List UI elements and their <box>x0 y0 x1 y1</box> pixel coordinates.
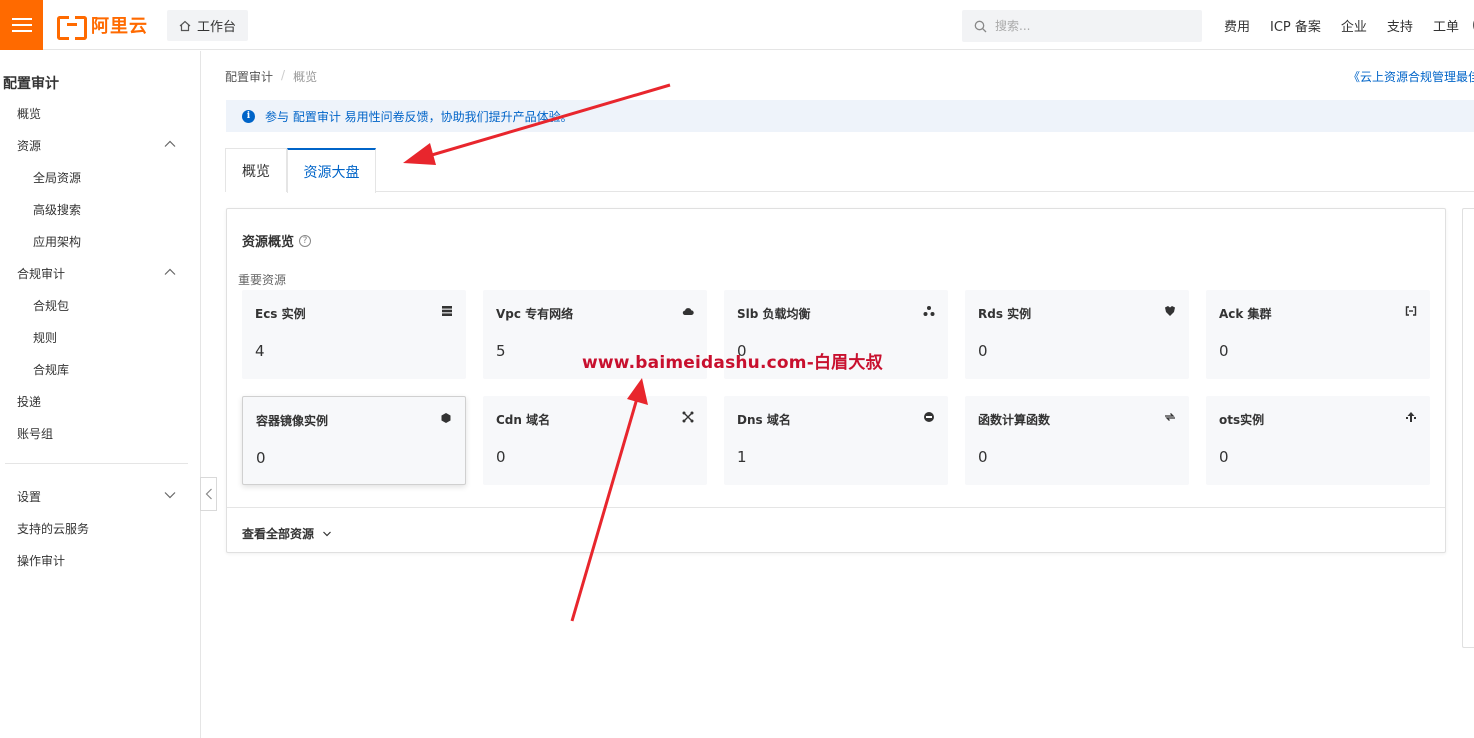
chevron-down-icon <box>323 531 331 536</box>
tile-name: Ack 集群 <box>1219 307 1272 321</box>
resource-overview-card: 资源概览 ? 重要资源 Ecs 实例 4 Vpc 专有网络 5 Slb 负载均衡… <box>226 208 1446 553</box>
sidebar-item-advanced-search[interactable]: 高级搜索 <box>33 201 81 218</box>
function-icon <box>1164 411 1176 423</box>
right-side-panel <box>1462 208 1474 648</box>
sidebar-item-account-group[interactable]: 账号组 <box>17 425 53 442</box>
sidebar-title: 配置审计 <box>3 76 59 92</box>
sidebar: 配置审计 概览 资源 全局资源 高级搜索 应用架构 合规审计 合规包 规则 合规… <box>0 51 201 738</box>
tile-value: 5 <box>496 342 506 360</box>
container-icon <box>440 412 452 424</box>
database-icon <box>1164 305 1176 317</box>
tab-resource-dashboard[interactable]: 资源大盘 <box>287 148 376 193</box>
chevron-up-icon[interactable] <box>163 265 177 279</box>
dns-icon <box>923 411 935 423</box>
sidebar-item-resources[interactable]: 资源 <box>17 137 41 154</box>
server-icon <box>441 305 453 317</box>
nav-support[interactable]: 支持 <box>1377 16 1423 35</box>
workbench-button[interactable]: 工作台 <box>167 10 249 41</box>
sidebar-item-rules[interactable]: 规则 <box>33 329 57 346</box>
sidebar-item-settings[interactable]: 设置 <box>17 488 41 505</box>
search-input[interactable] <box>995 19 1185 33</box>
view-all-resources-button[interactable]: 查看全部资源 <box>242 525 332 542</box>
tile-name: 函数计算函数 <box>978 413 1051 427</box>
important-resources-label: 重要资源 <box>238 273 287 287</box>
tile-value: 0 <box>978 342 988 360</box>
sidebar-item-action-trail[interactable]: 操作审计 <box>17 552 65 569</box>
tile-function-compute[interactable]: 函数计算函数 0 <box>965 396 1189 485</box>
tile-value: 0 <box>978 448 988 466</box>
search-box[interactable] <box>962 10 1202 42</box>
cdn-icon <box>682 411 694 423</box>
tab-bar: 概览 资源大盘 <box>225 148 1474 193</box>
top-nav: 费用 ICP 备案 企业 支持 工单 <box>1214 0 1474 50</box>
breadcrumb-root[interactable]: 配置审计 <box>225 68 273 85</box>
tile-container-registry[interactable]: 容器镜像实例 0 <box>242 396 466 485</box>
sidebar-divider <box>5 463 188 464</box>
nav-ticket[interactable]: 工单 <box>1423 16 1469 35</box>
breadcrumb-current: 概览 <box>293 70 318 84</box>
menu-icon[interactable] <box>0 0 43 50</box>
sidebar-collapse-button[interactable] <box>200 477 217 511</box>
tile-value: 0 <box>1219 342 1229 360</box>
notice-text[interactable]: 参与 配置审计 易用性问卷反馈，协助我们提升产品体验。 <box>265 108 573 125</box>
breadcrumb-separator: / <box>281 68 286 82</box>
nav-icp[interactable]: ICP 备案 <box>1260 16 1331 35</box>
sidebar-item-compliance-library[interactable]: 合规库 <box>33 361 69 378</box>
info-icon: i <box>242 109 255 123</box>
tile-dns[interactable]: Dns 域名 1 <box>724 396 948 485</box>
sidebar-item-overview[interactable]: 概览 <box>17 105 41 122</box>
chevron-up-icon[interactable] <box>163 137 177 151</box>
tile-cdn[interactable]: Cdn 域名 0 <box>483 396 707 485</box>
card-title: 资源概览 ? <box>242 231 312 250</box>
sidebar-item-global-resources[interactable]: 全局资源 <box>33 169 81 186</box>
tile-name: Rds 实例 <box>978 307 1032 321</box>
tile-value: 4 <box>255 342 265 360</box>
breadcrumb: 配置审计 / 概览 <box>225 68 317 85</box>
chevron-left-icon <box>205 488 212 500</box>
home-icon <box>179 20 191 32</box>
card-divider <box>227 507 1445 508</box>
best-practice-link[interactable]: 《云上资源合规管理最佳 <box>1348 68 1474 85</box>
aliyun-logo-mark <box>57 16 87 40</box>
top-bar: 阿里云 工作台 费用 ICP 备案 企业 支持 工单 <box>0 0 1474 50</box>
aliyun-logo[interactable]: 阿里云 <box>57 14 148 40</box>
watermark-text: www.baimeidashu.com-白眉大叔 <box>582 353 883 373</box>
nav-fees[interactable]: 费用 <box>1214 16 1260 35</box>
ots-icon <box>1405 411 1417 423</box>
card-title-text: 资源概览 <box>242 235 295 250</box>
tile-name: 容器镜像实例 <box>256 414 329 428</box>
tile-value: 0 <box>496 448 506 466</box>
sidebar-item-compliance-audit[interactable]: 合规审计 <box>17 265 65 282</box>
tile-name: Ecs 实例 <box>255 307 306 321</box>
tile-name: Vpc 专有网络 <box>496 307 574 321</box>
tile-name: Slb 负载均衡 <box>737 307 811 321</box>
tile-value: 1 <box>737 448 747 466</box>
tab-overview[interactable]: 概览 <box>225 148 287 192</box>
balancer-icon <box>923 305 935 317</box>
tile-ecs[interactable]: Ecs 实例 4 <box>242 290 466 379</box>
sidebar-item-compliance-pack[interactable]: 合规包 <box>33 297 69 314</box>
help-icon[interactable]: ? <box>299 234 312 247</box>
tile-name: Cdn 域名 <box>496 413 551 427</box>
sidebar-item-supported-services[interactable]: 支持的云服务 <box>17 520 89 537</box>
cluster-icon <box>1405 305 1417 317</box>
search-icon <box>974 20 987 32</box>
tile-value: 0 <box>1219 448 1229 466</box>
tile-ack[interactable]: Ack 集群 0 <box>1206 290 1430 379</box>
cloud-icon <box>682 305 694 317</box>
tile-ots[interactable]: ots实例 0 <box>1206 396 1430 485</box>
tile-rds[interactable]: Rds 实例 0 <box>965 290 1189 379</box>
sidebar-item-app-architecture[interactable]: 应用架构 <box>33 233 81 250</box>
feedback-notice: i 参与 配置审计 易用性问卷反馈，协助我们提升产品体验。 <box>226 100 1474 132</box>
tile-name: Dns 域名 <box>737 413 791 427</box>
tile-value: 0 <box>256 449 266 467</box>
nav-enterprise[interactable]: 企业 <box>1331 16 1377 35</box>
workbench-label: 工作台 <box>197 20 237 35</box>
tile-name: ots实例 <box>1219 413 1265 427</box>
view-all-label: 查看全部资源 <box>242 527 315 541</box>
chevron-down-icon[interactable] <box>163 488 177 502</box>
sidebar-item-delivery[interactable]: 投递 <box>17 393 41 410</box>
logo-text: 阿里云 <box>91 16 148 37</box>
